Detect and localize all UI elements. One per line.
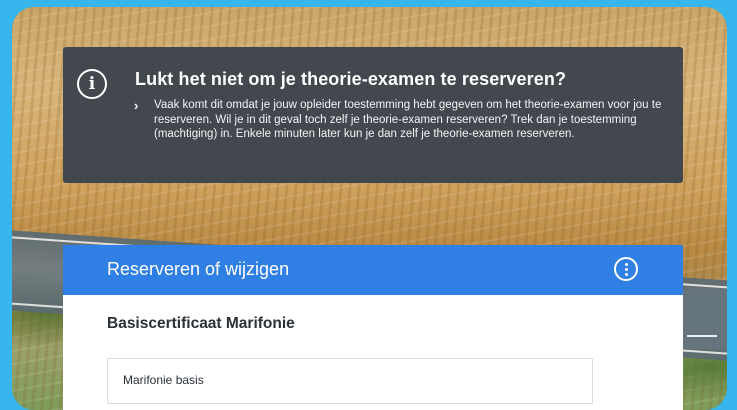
info-icon: i [77,69,107,99]
card-header: Reserveren of wijzigen [63,245,683,295]
card-header-title: Reserveren of wijzigen [107,259,290,279]
exam-type-field[interactable]: Marifonie basis [107,358,593,404]
card-subtitle: Basiscertificaat Marifonie [107,315,295,332]
card-body: Basiscertificaat Marifonie Marifonie bas… [63,295,683,410]
banner-body: Vaak komt dit omdat je jouw opleider toe… [154,99,662,140]
banner-title: Lukt het niet om je theorie-examen te re… [135,69,567,89]
chevron-right-icon: › [134,98,139,113]
info-banner: i Lukt het niet om je theorie-examen te … [63,47,683,183]
more-options-icon[interactable] [614,257,638,281]
